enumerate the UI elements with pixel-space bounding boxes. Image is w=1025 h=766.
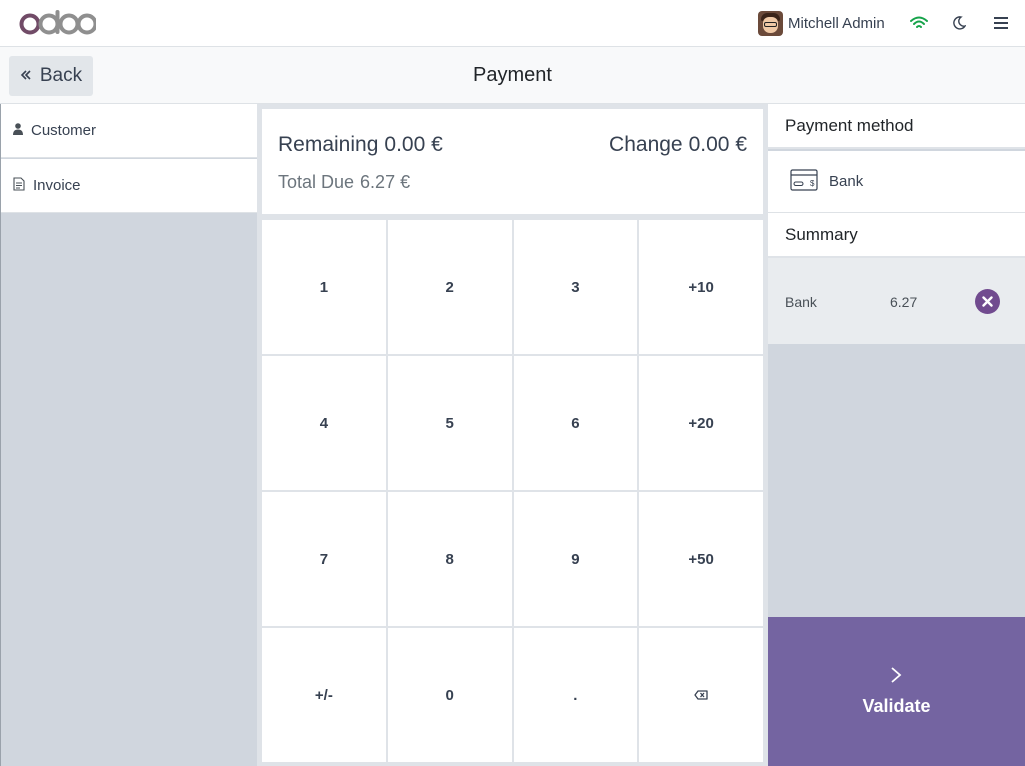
odoo-logo[interactable] [19, 8, 96, 38]
svg-text:$: $ [810, 179, 815, 188]
payment-header: Payment Back [0, 47, 1025, 104]
key-plus-20[interactable]: +20 [639, 356, 763, 490]
key-1[interactable]: 1 [262, 220, 386, 354]
user-icon [13, 122, 23, 139]
payment-status: Remaining 0.00 € Change 0.00 € Total Due 6.… [262, 109, 763, 214]
left-panel: Customer Invoice [0, 104, 258, 766]
key-plus-50[interactable]: +50 [639, 492, 763, 626]
payment-line-name: Bank [785, 294, 817, 310]
key-plus-10[interactable]: +10 [639, 220, 763, 354]
key-8[interactable]: 8 [387, 492, 512, 626]
wifi-icon[interactable] [908, 12, 930, 34]
user-name: Mitchell Admin [788, 14, 885, 32]
remaining-label: Remaining [278, 133, 379, 156]
back-button[interactable]: Back [9, 56, 93, 96]
key-0[interactable]: 0 [387, 628, 512, 762]
right-panel: Payment method $ Bank Summary Bank 6.27 [768, 104, 1025, 766]
chevron-right-icon [886, 665, 906, 690]
payment-center: Remaining 0.00 € Change 0.00 € Total Due 6.… [257, 104, 768, 766]
page-title: Payment [473, 64, 552, 86]
validate-button[interactable]: Validate [768, 617, 1025, 766]
key-7[interactable]: 7 [262, 492, 386, 626]
moon-icon[interactable] [948, 12, 970, 34]
total-due-label: Total Due [278, 172, 355, 192]
remaining: Remaining 0.00 € [278, 133, 443, 157]
customer-button[interactable]: Customer [1, 104, 258, 158]
key-decimal[interactable]: . [513, 628, 638, 762]
key-3[interactable]: 3 [513, 220, 638, 354]
key-6[interactable]: 6 [513, 356, 638, 490]
payment-method-bank[interactable]: $ Bank [768, 151, 1025, 213]
back-label: Back [39, 65, 83, 86]
payment-line-amount: 6.27 [890, 294, 918, 310]
bank-card-icon: $ [790, 168, 818, 195]
total-due: Total Due 6.27 € [278, 172, 410, 193]
payment-line[interactable]: Bank 6.27 [768, 258, 1025, 344]
payment-method-name: Bank [829, 173, 864, 190]
close-icon [982, 294, 993, 310]
key-5[interactable]: 5 [387, 356, 512, 490]
user-menu[interactable]: Mitchell Admin [758, 10, 885, 36]
summary-title: Summary [768, 213, 1025, 258]
total-due-value: 6.27 € [360, 172, 411, 192]
change-label: Change [609, 133, 683, 156]
key-4[interactable]: 4 [262, 356, 386, 490]
validate-label: Validate [862, 696, 931, 716]
document-icon [13, 176, 25, 195]
key-2[interactable]: 2 [387, 220, 512, 354]
invoice-button[interactable]: Invoice [1, 159, 258, 213]
top-bar: Mitchell Admin [0, 0, 1025, 47]
key-backspace[interactable] [639, 628, 763, 762]
customer-label: Customer [31, 122, 97, 139]
hamburger-menu-icon[interactable] [990, 12, 1012, 34]
change-value: 0.00 € [688, 133, 747, 156]
change: Change 0.00 € [609, 133, 747, 157]
key-9[interactable]: 9 [513, 492, 638, 626]
invoice-label: Invoice [33, 177, 81, 194]
avatar [758, 10, 783, 36]
payment-method-title: Payment method [768, 104, 1025, 149]
key-plus-minus[interactable]: +/- [262, 628, 386, 762]
double-chevron-left-icon [20, 65, 32, 87]
numpad: 1 2 3 +10 4 5 6 +20 7 8 9 +50 +/- 0 . [262, 220, 763, 762]
backspace-icon [694, 687, 708, 704]
remove-payment-button[interactable] [975, 289, 1000, 314]
remaining-value: 0.00 € [384, 133, 443, 156]
